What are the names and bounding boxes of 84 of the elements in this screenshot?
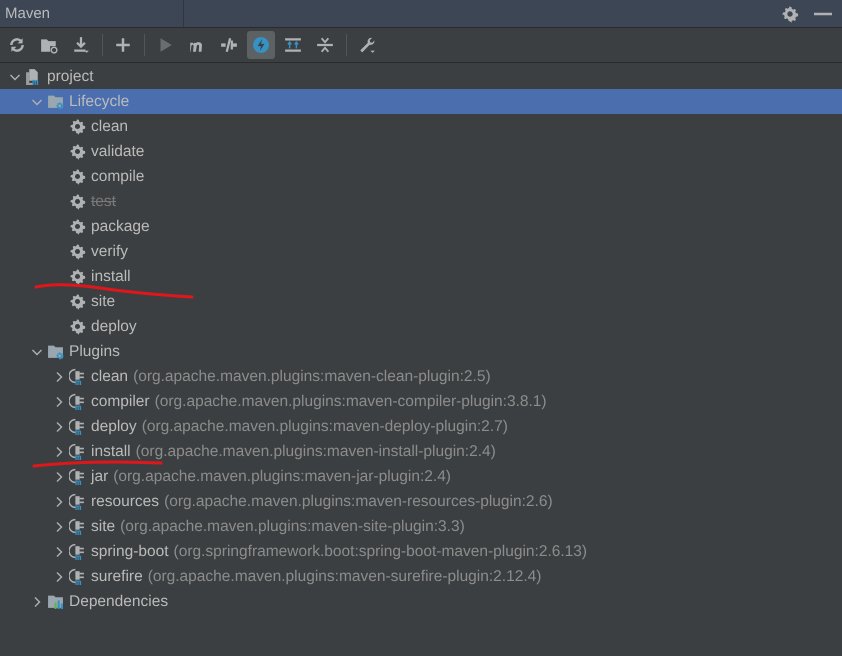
- item-label: clean: [91, 118, 128, 136]
- collapse-all-icon: [316, 36, 334, 54]
- tree-row[interactable]: clean: [0, 114, 842, 139]
- reload-icon: [8, 36, 26, 54]
- lightning-icon: [252, 36, 270, 54]
- gear-icon: [69, 193, 86, 210]
- gear-icon: [69, 168, 86, 185]
- item-label: package: [91, 218, 150, 236]
- item-label: Lifecycle: [69, 92, 130, 110]
- plugin-coordinates: (org.apache.maven.plugins:maven-surefire-plugin:2.12.4): [148, 568, 542, 586]
- item-label: project: [47, 68, 94, 86]
- plugin-coordinates: (org.apache.maven.plugins:maven-resources-plugin:2.6): [164, 492, 553, 510]
- tree-row[interactable]: deploy: [0, 314, 842, 339]
- plugin-icon: [69, 518, 86, 535]
- window-title: Maven: [5, 5, 50, 22]
- item-label: deploy: [91, 318, 137, 336]
- plugin-coordinates: (org.apache.maven.plugins:maven-install-plugin:2.4): [136, 442, 496, 460]
- tree-row[interactable]: validate: [0, 139, 842, 164]
- gear-icon: [69, 243, 86, 260]
- plugin-coordinates: (org.apache.maven.plugins:maven-jar-plugin:2.4): [113, 468, 451, 486]
- plugin-icon: [69, 543, 86, 560]
- plugin-icon: [69, 443, 86, 460]
- item-label: verify: [91, 242, 128, 260]
- item-label: surefire: [91, 568, 143, 586]
- gear-icon: [69, 268, 86, 285]
- tree-row[interactable]: install (org.apache.maven.plugins:maven-install-plugin:2.4): [0, 439, 842, 464]
- tree-row[interactable]: clean (org.apache.maven.plugins:maven-clean-plugin:2.5): [0, 364, 842, 389]
- plugin-coordinates: (org.apache.maven.plugins:maven-site-plugin:3.3): [120, 518, 465, 536]
- skip-tests-icon: [220, 36, 238, 54]
- plugin-icon: [69, 468, 86, 485]
- plugin-icon: [69, 568, 86, 585]
- plugin-icon: [69, 368, 86, 385]
- lightning-button[interactable]: [247, 31, 275, 59]
- item-label: jar: [91, 468, 108, 486]
- item-label: deploy: [91, 418, 137, 436]
- expand-all-icon: [284, 36, 302, 54]
- gear-icon: [69, 118, 86, 135]
- folder-gear-icon: [47, 93, 64, 110]
- tree-row[interactable]: jar (org.apache.maven.plugins:maven-jar-plugin:2.4): [0, 464, 842, 489]
- minimize-icon[interactable]: [814, 12, 832, 16]
- item-label: validate: [91, 142, 144, 160]
- item-label: resources: [91, 492, 160, 510]
- settings-icon[interactable]: [781, 4, 799, 22]
- gear-icon: [69, 318, 86, 335]
- wrench-icon: [358, 36, 376, 54]
- tree-row[interactable]: Plugins: [0, 339, 842, 364]
- tree-row[interactable]: site (org.apache.maven.plugins:maven-site-plugin:3.3): [0, 514, 842, 539]
- gear-icon: [69, 218, 86, 235]
- download-icon: [72, 36, 90, 54]
- dependencies-icon: [47, 593, 64, 610]
- tree-row[interactable]: spring-boot (org.springframework.boot:spring-boot-maven-plugin:2.6.13): [0, 539, 842, 564]
- tree-row[interactable]: surefire (org.apache.maven.plugins:maven-surefire-plugin:2.12.4): [0, 564, 842, 589]
- item-label: test: [91, 192, 116, 210]
- plugin-coordinates: (org.apache.maven.plugins:maven-deploy-plugin:2.7): [142, 418, 508, 436]
- add-icon: [114, 36, 132, 54]
- tree-row[interactable]: deploy (org.apache.maven.plugins:maven-deploy-plugin:2.7): [0, 414, 842, 439]
- tree-row[interactable]: Dependencies: [0, 589, 842, 614]
- item-label: site: [91, 518, 116, 536]
- gear-icon: [69, 143, 86, 160]
- item-label: Dependencies: [69, 592, 168, 610]
- gear-icon: [69, 293, 86, 310]
- item-label: Plugins: [69, 342, 120, 360]
- item-label: compile: [91, 168, 144, 186]
- item-label: install: [91, 442, 131, 460]
- item-label: clean: [91, 368, 128, 386]
- tree-row[interactable]: compiler (org.apache.maven.plugins:maven-compiler-plugin:3.8.1): [0, 389, 842, 414]
- plugin-icon: [69, 393, 86, 410]
- plugin-coordinates: (org.apache.maven.plugins:maven-compiler-plugin:3.8.1): [154, 392, 547, 410]
- plugin-coordinates: (org.springframework.boot:spring-boot-maven-plugin:2.6.13): [174, 542, 588, 560]
- tree-row[interactable]: project: [0, 64, 842, 89]
- item-label: install: [91, 268, 131, 286]
- tree-row[interactable]: install: [0, 264, 842, 289]
- tree-row[interactable]: resources (org.apache.maven.plugins:maven-resources-plugin:2.6): [0, 489, 842, 514]
- folder-gear-icon: [47, 343, 64, 360]
- item-label: compiler: [91, 392, 150, 410]
- plugin-coordinates: (org.apache.maven.plugins:maven-clean-plugin:2.5): [133, 368, 491, 386]
- tree-row[interactable]: package: [0, 214, 842, 239]
- item-label: spring-boot: [91, 542, 169, 560]
- tree-row[interactable]: site: [0, 289, 842, 314]
- item-label: site: [91, 292, 116, 310]
- tree-row[interactable]: compile: [0, 164, 842, 189]
- plugin-icon: [69, 493, 86, 510]
- tree-row[interactable]: verify: [0, 239, 842, 264]
- plugin-icon: [69, 418, 86, 435]
